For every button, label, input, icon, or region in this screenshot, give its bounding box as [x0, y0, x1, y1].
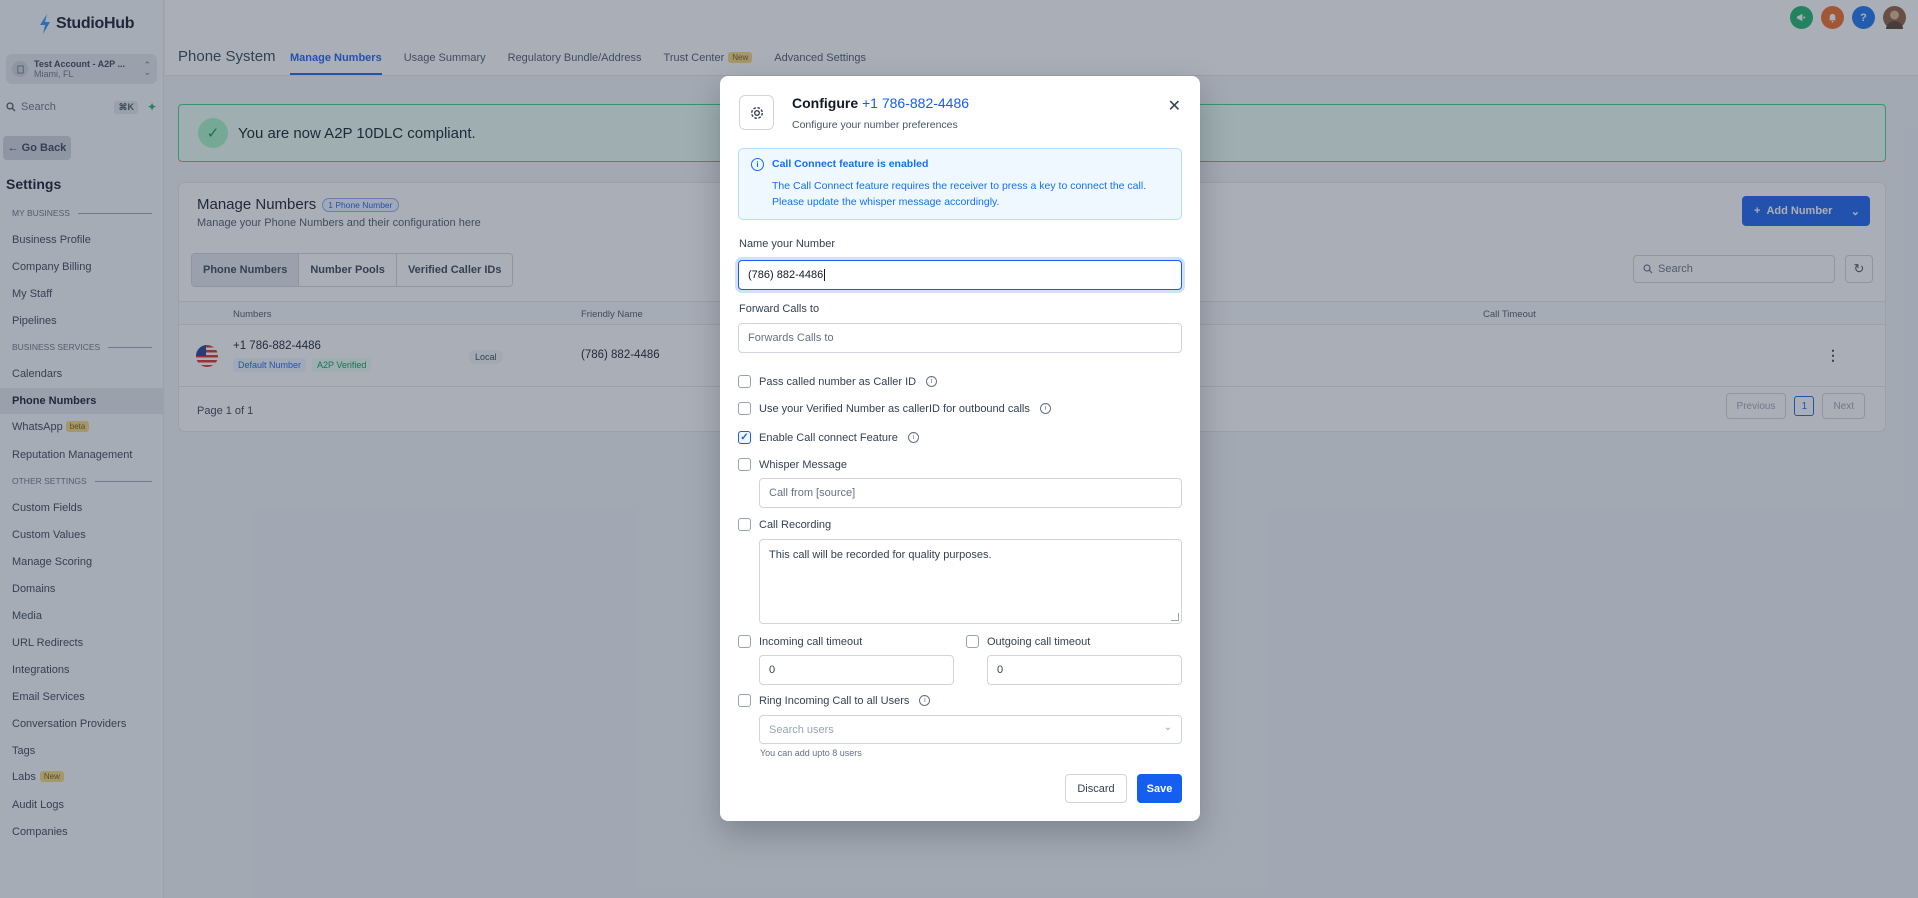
text-cursor: [824, 269, 826, 281]
use-verified-row: Use your Verified Number as callerID for…: [738, 402, 1051, 415]
recording-label: Call Recording: [759, 518, 832, 531]
outgoing-timeout-input[interactable]: 0: [987, 655, 1182, 685]
whisper-label: Whisper Message: [759, 458, 848, 471]
outgoing-timeout-checkbox[interactable]: [966, 635, 979, 648]
recording-checkbox[interactable]: [738, 518, 751, 531]
users-helper-text: You can add upto 8 users: [760, 748, 862, 758]
recording-row: Call Recording: [738, 518, 831, 531]
recording-message-textarea[interactable]: This call will be recorded for quality p…: [759, 539, 1182, 624]
search-users-select[interactable]: Search users ⌄: [759, 715, 1182, 744]
pass-caller-id-row: Pass called number as Caller ID i: [738, 375, 938, 388]
forward-calls-label: Forward Calls to: [739, 303, 820, 315]
use-verified-label: Use your Verified Number as callerID for…: [759, 402, 1030, 415]
ring-all-label: Ring Incoming Call to all Users: [759, 694, 910, 707]
call-connect-info-banner: i Call Connect feature is enabled The Ca…: [738, 148, 1182, 220]
info-icon[interactable]: i: [926, 376, 938, 387]
outgoing-timeout-label: Outgoing call timeout: [987, 635, 1091, 648]
modal-title-number: +1 786-882-4486: [862, 95, 970, 111]
incoming-timeout-input[interactable]: 0: [759, 655, 954, 685]
enable-call-connect-row: ✓ Enable Call connect Feature i: [738, 431, 919, 444]
configure-number-modal: Configure +1 786-882-4486 Configure your…: [720, 76, 1200, 821]
incoming-timeout-checkbox[interactable]: [738, 635, 751, 648]
gear-icon: [739, 95, 774, 130]
discard-button[interactable]: Discard: [1065, 774, 1127, 803]
close-icon[interactable]: ✕: [1168, 96, 1181, 116]
use-verified-checkbox[interactable]: [738, 402, 751, 415]
resize-handle-icon[interactable]: [1171, 613, 1179, 621]
info-title: Call Connect feature is enabled: [772, 158, 929, 170]
ring-all-checkbox[interactable]: [738, 694, 751, 707]
info-icon[interactable]: i: [919, 695, 931, 706]
pass-caller-id-label: Pass called number as Caller ID: [759, 375, 917, 388]
save-button[interactable]: Save: [1137, 774, 1182, 803]
info-body: The Call Connect feature requires the re…: [772, 180, 1147, 208]
name-number-label: Name your Number: [739, 238, 835, 250]
whisper-row: Whisper Message: [738, 458, 847, 471]
info-icon: i: [751, 158, 764, 171]
enable-call-connect-checkbox[interactable]: ✓: [738, 431, 751, 444]
info-icon[interactable]: i: [907, 432, 919, 443]
chevron-down-icon: ⌄: [1163, 722, 1172, 733]
enable-call-connect-label: Enable Call connect Feature: [759, 431, 898, 444]
modal-title: Configure +1 786-882-4486: [792, 95, 970, 111]
whisper-message-input[interactable]: Call from [source]: [759, 478, 1182, 508]
pass-caller-id-checkbox[interactable]: [738, 375, 751, 388]
whisper-checkbox[interactable]: [738, 458, 751, 471]
forward-calls-input[interactable]: Forwards Calls to: [738, 323, 1182, 353]
modal-subtitle: Configure your number preferences: [792, 119, 958, 131]
outgoing-timeout-row: Outgoing call timeout: [966, 635, 1090, 648]
info-icon[interactable]: i: [1039, 403, 1051, 414]
name-number-input[interactable]: (786) 882-4486: [738, 260, 1182, 290]
incoming-timeout-label: Incoming call timeout: [759, 635, 863, 648]
incoming-timeout-row: Incoming call timeout: [738, 635, 862, 648]
ring-all-row: Ring Incoming Call to all Users i: [738, 694, 931, 707]
